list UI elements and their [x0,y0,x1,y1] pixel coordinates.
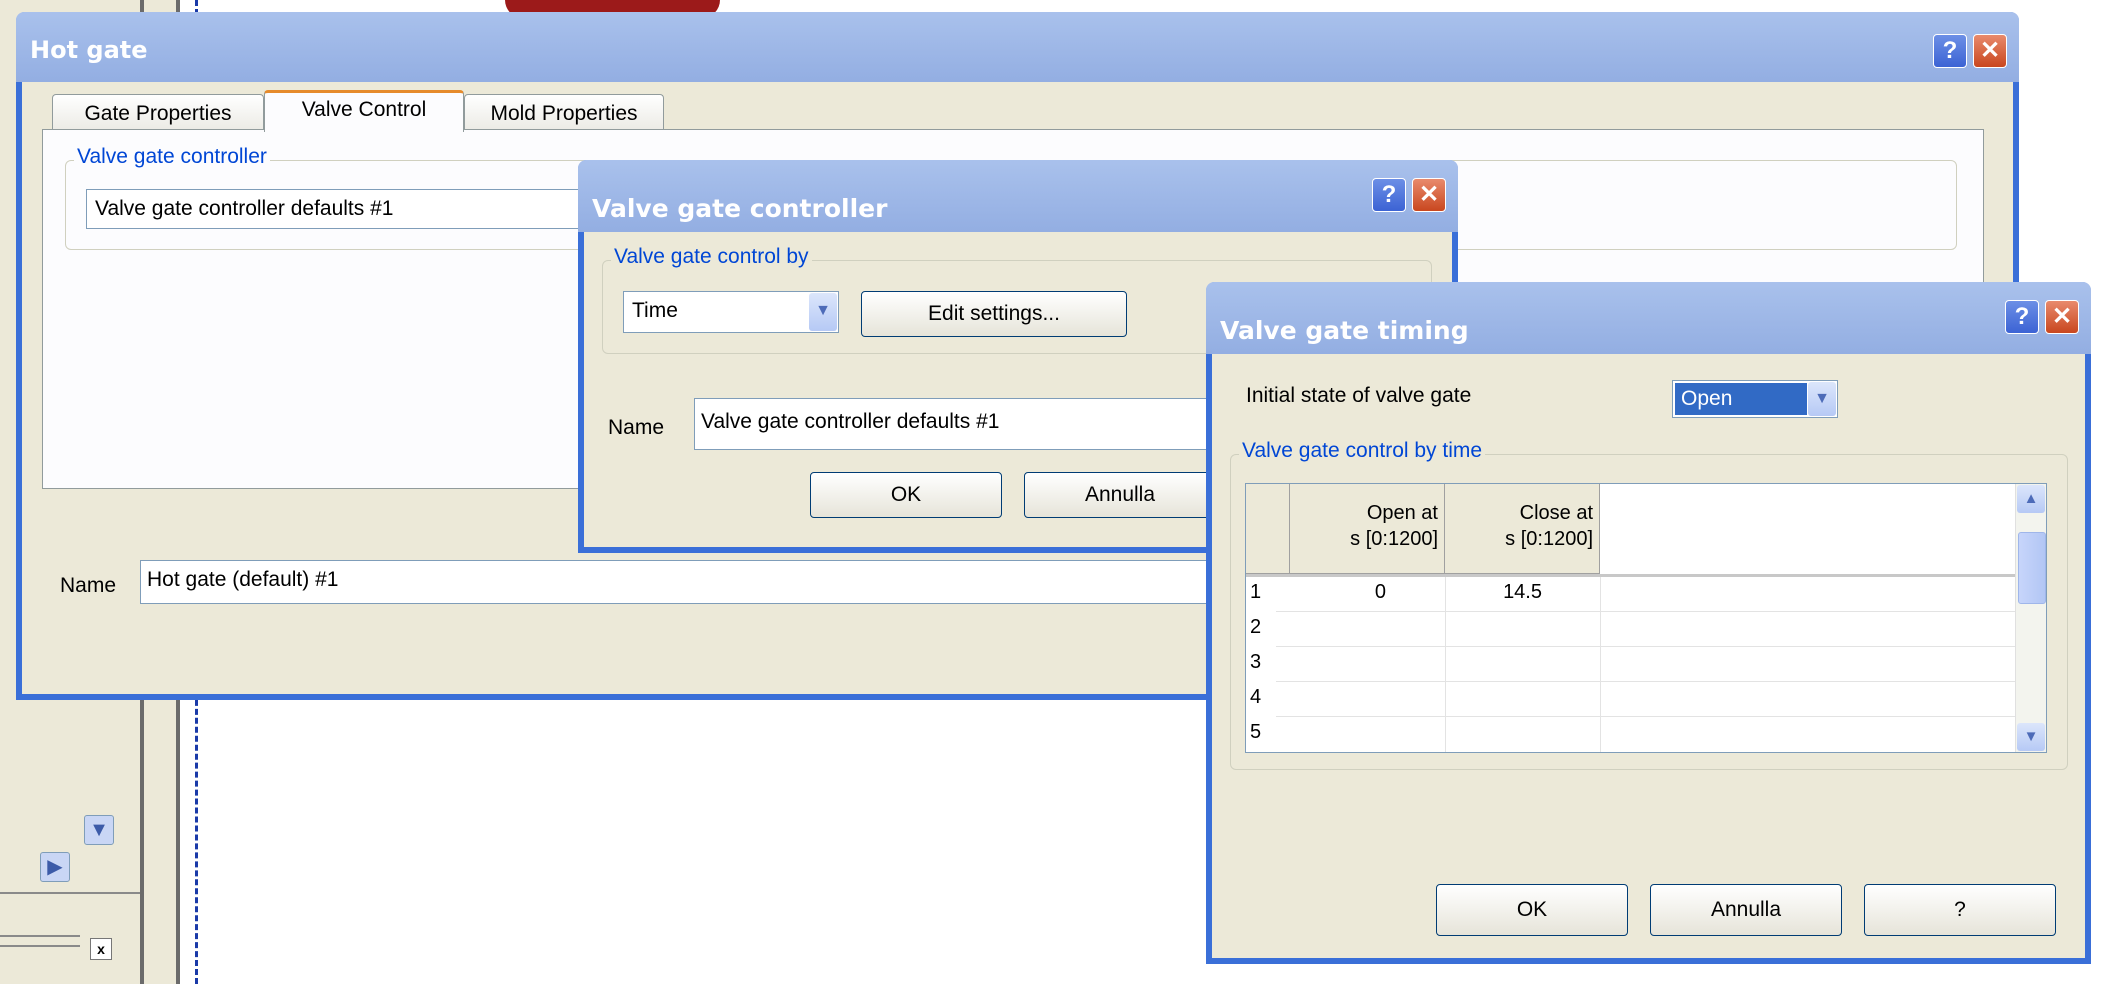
column-header-close-at-line2: s [0:1200] [1505,528,1593,550]
valve-gate-controller-select[interactable]: Valve gate controller defaults #1 [86,189,606,229]
table-row[interactable]: 2 [1246,612,2016,647]
help-icon[interactable]: ? [1372,178,1406,212]
controller-name-value: Valve gate controller defaults #1 [701,410,1000,433]
grid-vertical-scrollbar[interactable]: ▲ ▼ [2015,484,2046,752]
help-button[interactable]: ? [1864,884,2056,936]
table-row[interactable]: 3 [1246,647,2016,682]
background-separator [0,892,140,894]
valve-gate-controller-legend: Valve gate controller [74,145,270,169]
chevron-down-icon[interactable]: ▼ [809,293,837,331]
valve-gate-timing-titlebar[interactable]: Valve gate timing ? ✕ [1206,282,2091,354]
valve-gate-timing-window: Valve gate timing ? ✕ Initial state of v… [1206,282,2091,964]
hot-gate-titlebar[interactable]: Hot gate ? ✕ [16,12,2019,82]
valve-gate-controller-title: Valve gate controller [592,194,888,223]
help-icon[interactable]: ? [1933,34,1967,68]
hot-gate-title: Hot gate [30,36,148,64]
hot-gate-name-value: Hot gate (default) #1 [147,568,339,591]
close-at-cell[interactable]: 14.5 [1503,581,1542,604]
close-icon[interactable]: ✕ [1973,34,2007,68]
grid-corner [1246,484,1290,574]
column-header-open-at[interactable]: Open at s [0:1200] [1290,484,1445,574]
row-number: 3 [1250,651,1262,673]
table-row[interactable]: 1 0 14.5 [1246,577,2016,612]
scroll-down-icon[interactable]: ▼ [2017,723,2045,751]
valve-gate-timing-client: Initial state of valve gate Open ▼ Valve… [1212,354,2085,958]
valve-gate-controller-select-value: Valve gate controller defaults #1 [95,197,394,220]
scroll-down-icon[interactable]: ▼ [84,815,114,845]
valve-gate-control-by-time-group: Valve gate control by time Open at s [0:… [1230,439,2068,770]
tab-gate-properties[interactable]: Gate Properties [52,94,264,130]
timing-grid[interactable]: Open at s [0:1200] Close at s [0:1200] 1… [1245,483,2047,753]
close-icon[interactable]: ✕ [1412,178,1446,212]
initial-state-label: Initial state of valve gate [1246,384,1472,407]
background-separator [0,935,80,937]
close-icon[interactable]: ✕ [2045,300,2079,334]
row-number: 1 [1250,581,1262,603]
initial-state-value: Open [1675,383,1807,415]
chevron-down-icon[interactable]: ▼ [1808,382,1836,416]
background-separator [0,945,80,947]
row-number: 4 [1250,686,1262,708]
initial-state-select[interactable]: Open ▼ [1672,380,1838,418]
ok-button[interactable]: OK [1436,884,1628,936]
column-header-open-at-line1: Open at [1366,502,1438,524]
edit-settings-button[interactable]: Edit settings... [861,291,1127,337]
tab-valve-control[interactable]: Valve Control [264,90,464,132]
control-by-value: Time [632,299,678,322]
tab-mold-properties[interactable]: Mold Properties [464,94,664,130]
scrollbar-thumb[interactable] [2018,532,2046,604]
column-header-open-at-line2: s [0:1200] [1350,528,1438,550]
valve-gate-controller-titlebar[interactable]: Valve gate controller ? ✕ [578,160,1458,232]
valve-gate-control-by-time-legend: Valve gate control by time [1239,439,1486,463]
hot-gate-name-label: Name [60,574,117,597]
valve-gate-control-by-legend: Valve gate control by [611,245,812,269]
table-row[interactable]: 4 [1246,682,2016,717]
scroll-up-icon[interactable]: ▲ [2017,485,2045,513]
controller-name-label: Name [608,416,665,439]
cancel-button[interactable]: Annulla [1024,472,1216,518]
row-number: 5 [1250,721,1262,743]
valve-gate-timing-title: Valve gate timing [1220,316,1469,345]
table-row[interactable]: 5 [1246,717,2016,752]
control-by-select[interactable]: Time ▼ [623,291,839,333]
column-header-close-at-line1: Close at [1519,502,1593,524]
column-header-close-at[interactable]: Close at s [0:1200] [1445,484,1600,574]
scroll-right-icon[interactable]: ▶ [40,852,70,882]
ok-button[interactable]: OK [810,472,1002,518]
close-small-icon[interactable]: x [90,938,112,960]
help-icon[interactable]: ? [2005,300,2039,334]
row-number: 2 [1250,616,1262,638]
cancel-button[interactable]: Annulla [1650,884,1842,936]
open-at-cell[interactable]: 0 [1375,581,1386,604]
